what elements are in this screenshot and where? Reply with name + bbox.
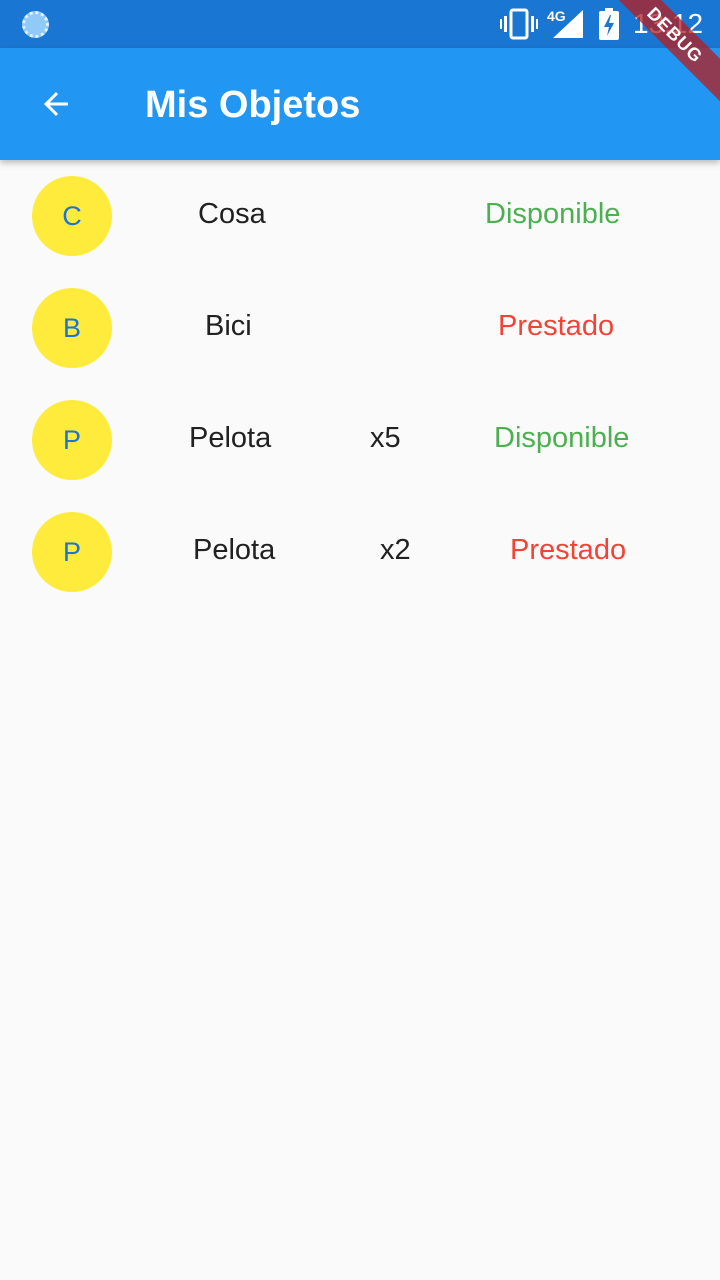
- item-name: Pelota: [189, 422, 272, 454]
- item-quantity: x2: [380, 534, 411, 566]
- avatar: C: [32, 176, 112, 256]
- item-quantity: x5: [370, 422, 401, 454]
- avatar: P: [32, 400, 112, 480]
- item-name: Pelota: [193, 534, 276, 566]
- avatar: B: [32, 288, 112, 368]
- page-title: Mis Objetos: [145, 84, 361, 126]
- status-label: Disponible: [485, 198, 621, 230]
- arrow-back-icon: [44, 92, 68, 116]
- list-item[interactable]: B Bici Prestado: [0, 272, 720, 384]
- list-item[interactable]: C Cosa Disponible: [0, 160, 720, 272]
- vibrate-icon: [500, 8, 538, 40]
- battery-charging-icon: [599, 8, 619, 40]
- status-label: Prestado: [498, 310, 615, 342]
- status-bar: 4G 13:12: [0, 0, 720, 48]
- item-name: Bici: [205, 310, 252, 342]
- app-bar: Mis Objetos: [0, 48, 720, 160]
- back-button[interactable]: [28, 76, 84, 132]
- signal-icon: [553, 10, 583, 38]
- avatar: P: [32, 512, 112, 592]
- list-item[interactable]: P Pelota x2 Prestado: [0, 496, 720, 608]
- loading-icon: [22, 11, 49, 38]
- status-label: Prestado: [510, 534, 627, 566]
- item-name: Cosa: [198, 198, 266, 230]
- objects-list: C Cosa Disponible B Bici Prestado P Pelo…: [0, 160, 720, 608]
- status-label: Disponible: [494, 422, 630, 454]
- list-item[interactable]: P Pelota x5 Disponible: [0, 384, 720, 496]
